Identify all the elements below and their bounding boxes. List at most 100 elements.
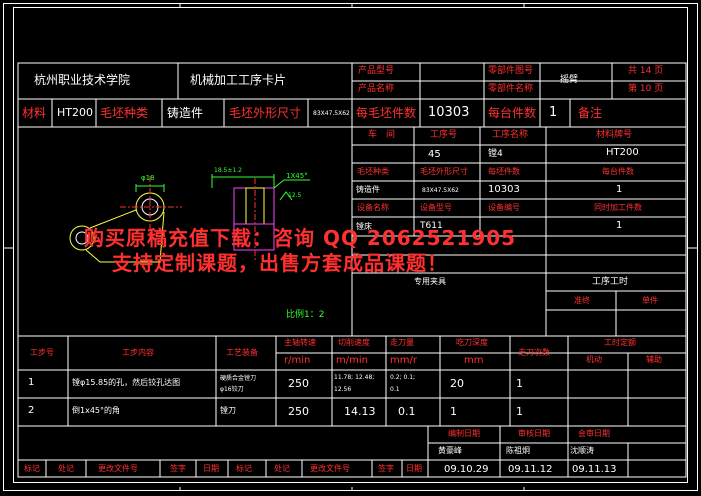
table-row-1-spindle: 250 — [288, 377, 309, 390]
approved-date: 09.11.13 — [572, 464, 617, 475]
col-spindle-unit: r/min — [284, 355, 311, 366]
per-unit-value: 1 — [549, 105, 558, 120]
table-row-2-depth: 1 — [450, 405, 457, 418]
table-row-1-equip2: φ16铰刀 — [220, 386, 244, 393]
material-no-label: 材料牌号 — [596, 130, 633, 140]
school-name: 杭州职业技术学院 — [34, 73, 131, 87]
footer-doc-label: 更改文件号 — [98, 464, 138, 473]
col-content: 工步内容 — [122, 348, 154, 357]
prepared-date-label: 编制日期 — [448, 429, 480, 438]
material-no-value: HT200 — [606, 147, 639, 158]
prep-label: 准终 — [574, 296, 590, 305]
col-depth-unit: mm — [464, 355, 484, 366]
footer-sign-label: 签字 — [170, 464, 186, 473]
prepared-date: 09.10.29 — [444, 464, 489, 475]
part-name-value: 摇臂 — [560, 75, 579, 85]
equip-no-label: 设备编号 — [488, 203, 520, 212]
col-equipment: 工艺装备 — [226, 348, 258, 357]
dim-roughness: 12.5 — [288, 192, 302, 199]
footer-sign-label-2: 签字 — [378, 464, 394, 473]
col-passes: 走刀次数 — [518, 348, 550, 357]
table-row-1-equip: 硬质合金镗刀 — [220, 375, 257, 382]
work-hours-label: 工序工时 — [592, 277, 629, 287]
reviewed-date: 09.11.12 — [508, 464, 553, 475]
workshop-label: 车 间 — [368, 130, 396, 140]
watermark-line-1: 购买原稿充值下载：咨询 QQ 2062521905 — [84, 226, 517, 250]
part-name-label: 零部件名称 — [488, 84, 534, 94]
fixture-value: 专用夹具 — [414, 277, 446, 286]
blank-size-value: 83X47.5X62 — [313, 110, 350, 117]
part-drawing-no-label: 零部件图号 — [488, 66, 534, 76]
blank-type-value: 铸造件 — [167, 106, 204, 120]
page-number: 第 10 页 — [628, 84, 664, 94]
table-row-2-no: 2 — [28, 405, 35, 416]
watermark-line-2: 支持定制课题，出售方套成品课题！ — [112, 251, 448, 275]
reviewed-name: 陈祖炯 — [506, 446, 530, 455]
total-pages: 共 14 页 — [628, 66, 664, 76]
approved-date-label: 会审日期 — [578, 429, 610, 438]
col-depth: 吃刀深度 — [456, 338, 488, 347]
col-step-no: 工步号 — [30, 348, 54, 357]
blank-type-label: 毛坯种类 — [100, 106, 149, 120]
dim-length: 18.5±1.2 — [214, 167, 242, 174]
table-row-1-feed: 0.2; 0.1; — [390, 374, 416, 381]
remark-label: 备注 — [578, 106, 603, 120]
col-spindle: 主轴转速 — [284, 338, 316, 347]
table-row-2-speed: 14.13 — [344, 405, 376, 418]
dim-diameter: φ18 — [141, 174, 155, 182]
table-row-2-equip: 镗刀 — [220, 406, 236, 415]
simul-parts-value: 1 — [616, 220, 623, 231]
col-cut-speed: 切削速度 — [338, 338, 370, 347]
col-machine: 机动 — [586, 355, 602, 364]
footer-date-label: 日期 — [203, 464, 219, 473]
table-row-2-feed: 0.1 — [398, 405, 416, 418]
card-title: 机械加工工序卡片 — [190, 73, 287, 87]
info-per-unit-value: 1 — [616, 184, 623, 195]
blank-size-label: 毛坯外形尺寸 — [229, 106, 302, 120]
approved-name: 沈顺涛 — [570, 446, 594, 455]
footer-mark-label: 标记 — [24, 464, 40, 473]
table-row-1-speed2: 12.56 — [334, 386, 352, 393]
blanks-count-label: 每毛坯件数 — [356, 106, 417, 120]
table-row-2-passes: 1 — [516, 405, 523, 418]
table-row-1-depth: 20 — [450, 377, 464, 390]
product-model-label: 产品型号 — [358, 66, 395, 76]
footer-doc-label-2: 更改文件号 — [310, 464, 350, 473]
process-name-value: 镗4 — [488, 149, 503, 159]
col-time-quota: 工时定额 — [604, 338, 636, 347]
table-row-1-passes: 1 — [516, 377, 523, 390]
table-row-1-feed2: 0.1 — [390, 386, 400, 393]
footer-count-label-2: 处记 — [274, 464, 290, 473]
equip-name-label: 设备名称 — [357, 203, 389, 212]
info-blank-count-label: 每坯件数 — [488, 167, 520, 176]
process-no-label: 工序号 — [430, 130, 458, 140]
footer-count-label: 处记 — [58, 464, 74, 473]
col-feed-unit: mm/r — [390, 355, 417, 366]
material-value: HT200 — [57, 106, 93, 119]
equip-model-label: 设备型号 — [420, 203, 452, 212]
material-label: 材料 — [22, 106, 47, 120]
col-auxiliary: 辅助 — [646, 355, 662, 364]
table-row-2-content: 倒1x45°的角 — [72, 406, 121, 415]
product-name-label: 产品名称 — [358, 84, 395, 94]
table-row-1-no: 1 — [28, 377, 35, 388]
dim-chamfer: 1X45° — [286, 172, 308, 180]
per-unit-label: 每台件数 — [488, 106, 537, 120]
info-blank-type-value: 铸造件 — [356, 185, 380, 194]
info-per-unit-label: 每台件数 — [602, 167, 634, 176]
info-blank-size-label: 毛坯外形尺寸 — [420, 167, 468, 176]
scale-label: 比例1：2 — [286, 310, 325, 320]
table-row-1-speed: 11.78; 12.48; — [334, 374, 375, 381]
process-name-label: 工序名称 — [492, 130, 529, 140]
info-blank-type-label: 毛坯种类 — [357, 167, 389, 176]
reviewed-date-label: 审核日期 — [518, 429, 550, 438]
footer-mark-label-2: 标记 — [236, 464, 252, 473]
process-no-value: 45 — [428, 149, 441, 160]
prepared-name: 黄豪峰 — [438, 446, 462, 455]
col-cut-speed-unit: m/min — [336, 355, 368, 366]
col-feed: 走刀量 — [390, 338, 414, 347]
unit-label: 单件 — [642, 296, 658, 305]
footer-date-label-2: 日期 — [406, 464, 422, 473]
simul-parts-label: 同时加工件数 — [594, 203, 642, 212]
blanks-count-value: 10303 — [428, 105, 470, 120]
